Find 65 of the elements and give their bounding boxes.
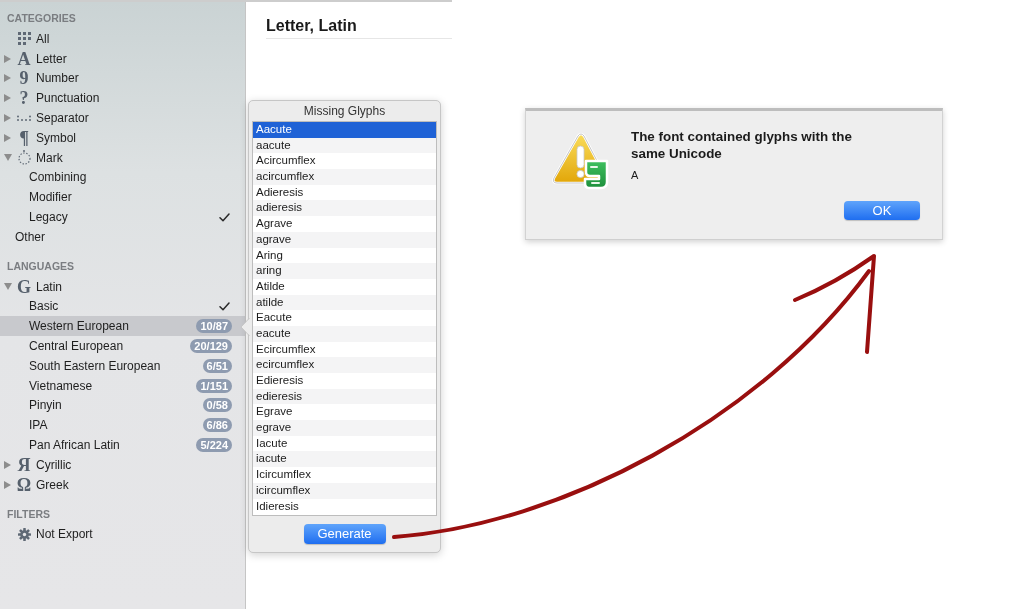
sidebar-item[interactable]: Not Export [0, 524, 245, 545]
alert-detail: A [631, 168, 639, 182]
warning-icon [552, 132, 610, 190]
glyph-list-item[interactable]: egrave [253, 420, 436, 436]
disclosure-triangle-icon[interactable] [4, 154, 12, 162]
dots-icon [17, 115, 31, 122]
glyph-icon: A [14, 49, 34, 68]
count-badge: 10/87 [196, 319, 232, 334]
dotted-circle-icon [17, 150, 31, 166]
sidebar-item[interactable]: Central European 20/129 [0, 336, 245, 356]
count-badge: 5/224 [196, 438, 232, 453]
sidebar-item[interactable]: Vietnamese 1/151 [0, 375, 245, 396]
sidebar-item[interactable]: Other [0, 226, 245, 247]
disclosure-triangle-icon[interactable] [4, 283, 12, 291]
glyph-list-item[interactable]: aring [253, 263, 436, 279]
sidebar-item[interactable]: Legacy [0, 207, 245, 227]
sidebar-item[interactable]: Western European 10/87 [0, 316, 245, 337]
grid-icon [17, 32, 31, 46]
disclosure-triangle-icon[interactable] [4, 74, 11, 83]
sidebar-item[interactable]: South Eastern European 6/51 [0, 355, 245, 376]
disclosure-triangle-icon[interactable] [4, 94, 11, 103]
sidebar-item[interactable]: Pan African Latin 5/224 [0, 435, 245, 455]
glyph-list-item[interactable]: acircumflex [253, 169, 436, 185]
disclosure-triangle-icon[interactable] [4, 133, 11, 142]
sidebar-item[interactable]: Ω Greek [0, 474, 245, 495]
sidebar-item[interactable]: Mark [0, 147, 245, 168]
glyph-icon: G [14, 277, 34, 296]
sidebar-item[interactable]: 9 Number [0, 68, 245, 89]
sidebar-item[interactable]: Я Cyrillic [0, 454, 245, 475]
count-badge: 0/58 [202, 398, 232, 413]
disclosure-triangle-icon[interactable] [4, 460, 11, 469]
glyph-list-item[interactable]: Aacute [253, 122, 436, 138]
alert-message: The font contained glyphs with the same Unicode [631, 128, 853, 162]
glyph-icon: 9 [14, 69, 34, 88]
gear-icon [17, 527, 31, 541]
glyph-icon: Ω [14, 475, 34, 494]
sidebar-item[interactable]: G Latin [0, 276, 245, 297]
glyph-list-item[interactable]: adieresis [253, 200, 436, 217]
sidebar-item[interactable]: All [0, 29, 245, 49]
section-header: CATEGORIES [6, 11, 77, 26]
sidebar-item[interactable]: A Letter [0, 48, 245, 69]
disclosure-triangle-icon[interactable] [4, 54, 11, 63]
count-badge: 1/151 [196, 378, 232, 393]
sidebar-item[interactable]: ¶ Symbol [0, 128, 245, 148]
sidebar-item[interactable]: IPA 6/86 [0, 415, 245, 436]
section-heading: Letter, Latin [266, 17, 357, 35]
popover-title: Missing Glyphs [303, 104, 386, 118]
section-header: FILTERS [6, 506, 51, 522]
disclosure-triangle-icon[interactable] [4, 114, 11, 123]
glyph-icon: ? [14, 89, 34, 108]
glyph-icon: ¶ [14, 128, 34, 147]
section-header: LANGUAGES [6, 258, 76, 274]
sidebar-item[interactable]: ? Punctuation [0, 88, 245, 109]
glyph-icon: Я [14, 455, 34, 474]
count-badge: 6/51 [202, 358, 232, 373]
sidebar-item[interactable]: Modifier [0, 187, 245, 208]
count-badge: 6/86 [202, 418, 232, 433]
glyph-list-item[interactable]: ecircumflex [253, 357, 436, 373]
glyph-list-item[interactable]: iacute [253, 451, 436, 468]
sidebar-item[interactable]: Basic [0, 296, 245, 317]
disclosure-triangle-icon[interactable] [4, 480, 11, 489]
sidebar-item[interactable]: Combining [0, 167, 245, 188]
count-badge: 20/129 [190, 339, 232, 354]
sidebar-item[interactable]: Pinyin 0/58 [0, 395, 245, 416]
sidebar-item[interactable]: Separator [0, 108, 245, 128]
